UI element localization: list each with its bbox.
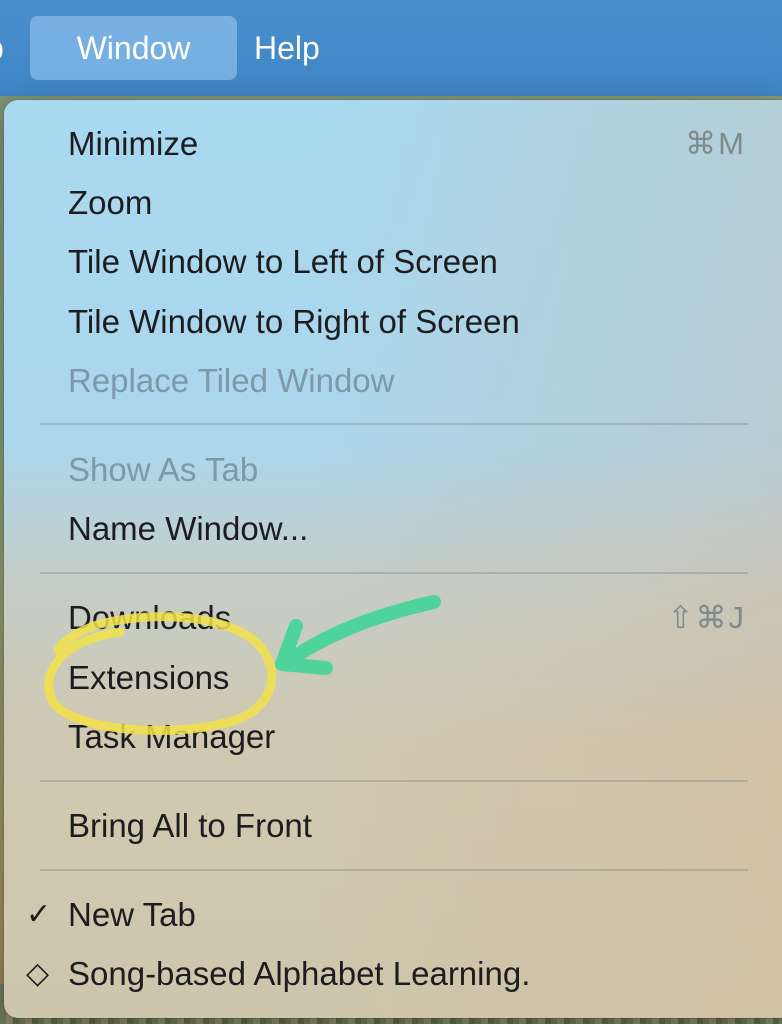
- menu-separator: [40, 572, 748, 574]
- checkmark-icon: ✓: [26, 898, 52, 931]
- menubar-item-help[interactable]: Help: [254, 16, 320, 80]
- shortcut-downloads: ⇧⌘J: [667, 600, 746, 635]
- menu-item-tile-right[interactable]: Tile Window to Right of Screen: [68, 294, 520, 350]
- menu-separator: [40, 423, 748, 425]
- shortcut-minimize: ⌘M: [685, 126, 746, 161]
- menu-separator: [40, 869, 748, 871]
- menu-separator: [40, 780, 748, 782]
- menu-item-downloads[interactable]: Downloads: [68, 590, 231, 646]
- diamond-icon: ◇: [26, 957, 50, 990]
- menu-item-minimize[interactable]: Minimize: [68, 116, 198, 172]
- menubar-item-partial[interactable]: p: [0, 16, 16, 80]
- menu-item-extensions[interactable]: Extensions: [68, 650, 229, 706]
- menu-item-bring-all-to-front[interactable]: Bring All to Front: [68, 798, 312, 854]
- menu-item-show-as-tab: Show As Tab: [68, 451, 259, 488]
- menu-bar: p Window Help: [0, 0, 782, 96]
- menu-item-tile-left[interactable]: Tile Window to Left of Screen: [68, 234, 498, 290]
- window-menu-dropdown: Minimize ⌘M Zoom Tile Window to Left of …: [4, 100, 782, 1018]
- menu-item-zoom[interactable]: Zoom: [68, 175, 152, 231]
- menu-item-new-tab[interactable]: New Tab: [68, 887, 196, 943]
- menu-item-replace-tiled-window: Replace Tiled Window: [68, 362, 395, 399]
- menu-item-task-manager[interactable]: Task Manager: [68, 709, 275, 765]
- menubar-item-window[interactable]: Window: [30, 16, 237, 80]
- menu-item-name-window[interactable]: Name Window...: [68, 501, 308, 557]
- menu-item-song-based-alphabet-learning[interactable]: Song-based Alphabet Learning.: [68, 946, 530, 1002]
